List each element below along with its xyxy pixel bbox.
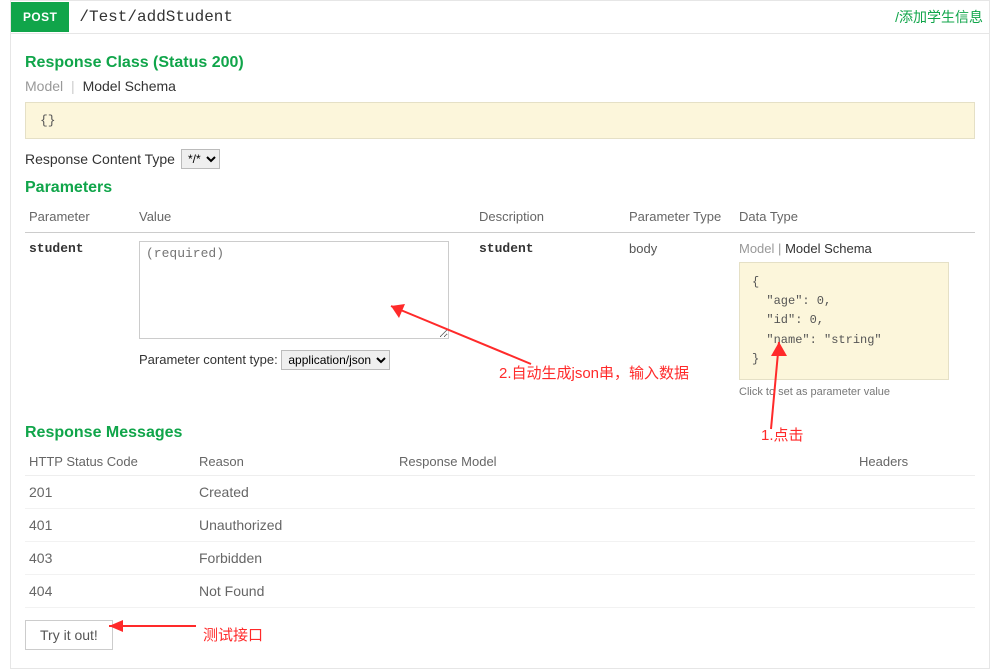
- param-content-type-row: Parameter content type: application/json: [139, 350, 471, 370]
- status-model: [395, 508, 855, 541]
- response-content-type-label: Response Content Type: [25, 151, 175, 167]
- data-type-schema-box[interactable]: { "age": 0, "id": 0, "name": "string" }: [739, 262, 949, 380]
- arrow-icon: [101, 616, 201, 636]
- param-value-cell: Parameter content type: application/json: [135, 233, 475, 406]
- status-model: [395, 541, 855, 574]
- status-model: [395, 574, 855, 607]
- tab-model[interactable]: Model: [739, 241, 774, 256]
- col-status-code: HTTP Status Code: [25, 448, 195, 476]
- status-reason: Forbidden: [195, 541, 395, 574]
- status-headers: [855, 541, 975, 574]
- col-parameter-type: Parameter Type: [625, 203, 735, 233]
- param-value-input[interactable]: [139, 241, 449, 339]
- try-it-out-button[interactable]: Try it out!: [25, 620, 113, 650]
- table-row: 403Forbidden: [25, 541, 975, 574]
- status-model: [395, 475, 855, 508]
- param-content-type-label: Parameter content type:: [139, 352, 278, 367]
- status-code: 403: [25, 541, 195, 574]
- response-content-type-select[interactable]: */*: [181, 149, 220, 169]
- param-content-type-select[interactable]: application/json: [281, 350, 390, 370]
- col-parameter: Parameter: [25, 203, 135, 233]
- status-code: 201: [25, 475, 195, 508]
- data-type-tabs: Model | Model Schema: [739, 241, 971, 256]
- status-reason: Unauthorized: [195, 508, 395, 541]
- status-headers: [855, 508, 975, 541]
- parameters-table: Parameter Value Description Parameter Ty…: [25, 203, 975, 406]
- col-headers: Headers: [855, 448, 975, 476]
- col-response-model: Response Model: [395, 448, 855, 476]
- col-reason: Reason: [195, 448, 395, 476]
- status-reason: Created: [195, 475, 395, 508]
- status-code: 401: [25, 508, 195, 541]
- http-method-badge: POST: [11, 2, 69, 32]
- col-description: Description: [475, 203, 625, 233]
- tab-model-schema[interactable]: Model Schema: [785, 241, 872, 256]
- response-schema-box[interactable]: {}: [25, 102, 975, 139]
- param-name: student: [25, 233, 135, 406]
- status-code: 404: [25, 574, 195, 607]
- col-data-type: Data Type: [735, 203, 975, 233]
- status-reason: Not Found: [195, 574, 395, 607]
- response-class-heading: Response Class (Status 200): [25, 54, 975, 72]
- tab-model[interactable]: Model: [25, 78, 63, 94]
- annotation-test: 测试接口: [203, 624, 263, 645]
- tab-model-schema[interactable]: Model Schema: [83, 78, 176, 94]
- operation-summary: /添加学生信息: [889, 1, 989, 33]
- param-data-type-cell: Model | Model Schema { "age": 0, "id": 0…: [735, 233, 975, 406]
- table-row: 401Unauthorized: [25, 508, 975, 541]
- status-headers: [855, 475, 975, 508]
- response-content-type-row: Response Content Type */*: [25, 149, 975, 169]
- response-class-tabs: Model | Model Schema: [25, 78, 975, 94]
- status-headers: [855, 574, 975, 607]
- param-type: body: [625, 233, 735, 406]
- parameters-heading: Parameters: [25, 179, 975, 197]
- schema-hint: Click to set as parameter value: [739, 386, 971, 398]
- response-messages-heading: Response Messages: [25, 424, 975, 442]
- response-messages-table: HTTP Status Code Reason Response Model H…: [25, 448, 975, 608]
- param-description: student: [475, 233, 625, 406]
- table-row: 201Created: [25, 475, 975, 508]
- col-value: Value: [135, 203, 475, 233]
- operation-path: /Test/addStudent: [69, 2, 889, 32]
- operation-body: Response Class (Status 200) Model | Mode…: [10, 34, 990, 669]
- table-row: 404Not Found: [25, 574, 975, 607]
- operation-header[interactable]: POST /Test/addStudent /添加学生信息: [10, 0, 990, 34]
- table-row: student Parameter content type: applicat…: [25, 233, 975, 406]
